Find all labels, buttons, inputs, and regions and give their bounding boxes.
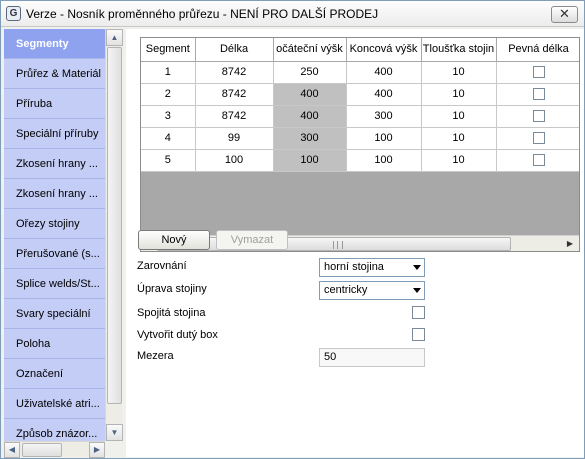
sidebar-scroll-thumb[interactable] [107,47,122,404]
sidebar-item-svary-specialni[interactable]: Svary speciální [4,299,105,329]
pevna-delka-checkbox[interactable] [532,88,545,101]
cell-delka[interactable]: 100 [195,149,274,172]
cell-tloustka-stojiny[interactable]: 10 [421,149,497,172]
cell-tloustka-stojiny[interactable]: 10 [421,83,497,106]
delete-button[interactable]: Vymazat [216,230,288,250]
cell-delka[interactable]: 8742 [195,83,274,106]
title-bar: G Verze - Nosník proměnného průřezu - NE… [1,1,584,27]
sidebar-item-segmenty[interactable]: Segmenty [4,29,105,59]
sidebar-item-priruba[interactable]: Příruba [4,89,105,119]
sidebar: Segmenty Průřez & Materiál Příruba Speci… [4,29,105,456]
cell-koncova-vyska[interactable]: 300 [346,105,422,128]
table-row[interactable]: 2 8742 400 400 10 [141,83,579,106]
column-header-pevna-delka[interactable]: Pevná délka [496,38,579,62]
close-button[interactable]: ✕ [551,6,578,23]
pevna-delka-checkbox[interactable] [532,66,545,79]
mezera-input[interactable]: 50 [319,348,425,367]
cell-segment[interactable]: 4 [141,127,196,150]
uprava-stojiny-select[interactable]: centricky [319,281,425,300]
pevna-delka-checkbox[interactable] [532,154,545,167]
cell-pocatecni-vyska: 300 [273,127,347,150]
sidebar-item-zkoseni-hrany-2[interactable]: Zkosení hrany ... [4,179,105,209]
cell-pevna-delka[interactable] [496,61,579,84]
chevron-down-icon [413,288,421,293]
table-header-row: Segment Délka očáteční výšk Koncová výšk… [141,38,579,62]
column-header-koncova-vyska[interactable]: Koncová výšk [346,38,422,62]
spojita-stojina-label: Spojitá stojina [137,307,206,319]
scroll-up-icon[interactable]: ▲ [106,29,123,46]
cell-pocatecni-vyska: 400 [273,83,347,106]
cell-pevna-delka[interactable] [496,83,579,106]
scroll-right-icon[interactable]: ▶ [89,442,105,458]
zarovnani-select[interactable]: horní stojina [319,258,425,277]
table-row[interactable]: 3 8742 400 300 10 [141,105,579,128]
window-title: Verze - Nosník proměnného průřezu - NENÍ… [26,7,379,21]
cell-segment[interactable]: 3 [141,105,196,128]
sidebar-vertical-scrollbar[interactable]: ▲ ▼ [105,29,123,441]
cell-pocatecni-vyska[interactable]: 250 [273,61,347,84]
uprava-stojiny-value: centricky [324,284,368,296]
column-header-segment[interactable]: Segment [141,38,196,62]
content-panel: Segment Délka očáteční výšk Koncová výšk… [126,29,584,457]
sidebar-horizontal-scrollbar[interactable]: ◀ ▶ [4,441,105,458]
chevron-down-icon [413,265,421,270]
cell-segment[interactable]: 2 [141,83,196,106]
segments-table: Segment Délka očáteční výšk Koncová výšk… [141,38,579,172]
column-header-tloustka-stojiny[interactable]: Tloušťka stojin [421,38,497,62]
zarovnani-value: horní stojina [324,261,384,273]
sidebar-item-oznaceni[interactable]: Označení [4,359,105,389]
sidebar-item-prurez-material[interactable]: Průřez & Materiál [4,59,105,89]
cell-pevna-delka[interactable] [496,149,579,172]
sidebar-item-prerusovane[interactable]: Přerušované (s... [4,239,105,269]
cell-segment[interactable]: 5 [141,149,196,172]
cell-segment[interactable]: 1 [141,61,196,84]
new-button[interactable]: Nový [138,230,210,250]
scroll-left-icon[interactable]: ◀ [4,442,20,458]
cell-pevna-delka[interactable] [496,105,579,128]
sidebar-item-splice-welds[interactable]: Splice welds/St... [4,269,105,299]
cell-pevna-delka[interactable] [496,127,579,150]
duty-box-label: Vytvořit dutý box [137,329,218,341]
table-row[interactable]: 5 100 100 100 10 [141,149,579,172]
scroll-right-icon[interactable]: ▶ [563,237,577,251]
cell-koncova-vyska[interactable]: 100 [346,149,422,172]
mezera-label: Mezera [137,350,174,362]
cell-tloustka-stojiny[interactable]: 10 [421,105,497,128]
pevna-delka-checkbox[interactable] [532,132,545,145]
cell-delka[interactable]: 99 [195,127,274,150]
table-row[interactable]: 1 8742 250 400 10 [141,61,579,84]
dialog-window: G Verze - Nosník proměnného průřezu - NE… [0,0,585,459]
duty-box-checkbox[interactable] [412,328,425,341]
scroll-down-icon[interactable]: ▼ [106,424,123,441]
cell-koncova-vyska[interactable]: 100 [346,127,422,150]
column-header-delka[interactable]: Délka [195,38,274,62]
grip-icon [333,241,343,249]
zarovnani-label: Zarovnání [137,260,187,272]
sidebar-item-specialni-priruby[interactable]: Speciální příruby [4,119,105,149]
cell-koncova-vyska[interactable]: 400 [346,61,422,84]
spojita-stojina-checkbox[interactable] [412,306,425,319]
sidebar-item-uzivatelske-atributy[interactable]: Uživatelské atri... [4,389,105,419]
cell-tloustka-stojiny[interactable]: 10 [421,127,497,150]
grid-scroll-thumb[interactable] [157,237,511,251]
app-logo-icon: G [6,6,21,21]
cell-delka[interactable]: 8742 [195,105,274,128]
cell-delka[interactable]: 8742 [195,61,274,84]
sidebar-hscroll-thumb[interactable] [22,443,62,457]
pevna-delka-checkbox[interactable] [532,110,545,123]
cell-pocatecni-vyska: 100 [273,149,347,172]
cell-pocatecni-vyska: 400 [273,105,347,128]
table-row[interactable]: 4 99 300 100 10 [141,127,579,150]
column-header-pocatecni-vyska[interactable]: očáteční výšk [273,38,347,62]
sidebar-item-poloha[interactable]: Poloha [4,329,105,359]
sidebar-item-orezy-stojiny[interactable]: Ořezy stojiny [4,209,105,239]
uprava-stojiny-label: Úprava stojiny [137,283,207,295]
cell-koncova-vyska[interactable]: 400 [346,83,422,106]
sidebar-item-zkoseni-hrany-1[interactable]: Zkosení hrany ... [4,149,105,179]
segments-grid: Segment Délka očáteční výšk Koncová výšk… [140,37,580,252]
cell-tloustka-stojiny[interactable]: 10 [421,61,497,84]
